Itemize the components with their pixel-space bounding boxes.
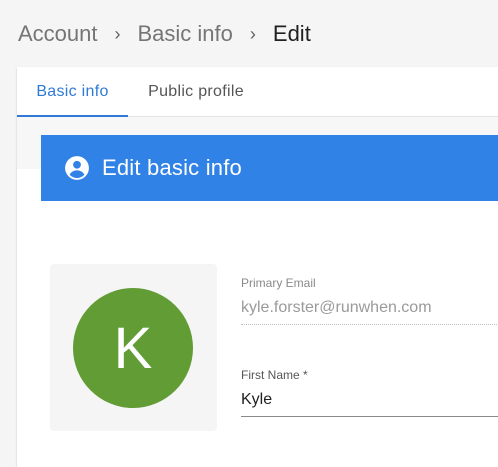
primary-email-label: Primary Email [241,276,316,290]
content-card: Basic info Public profile Edit basic inf… [17,67,498,467]
primary-email-field: Primary Email kyle.forster@runwhen.com [241,276,498,325]
chevron-right-icon: › [114,23,121,44]
section-title: Edit basic info [102,155,242,180]
first-name-input[interactable]: Kyle [241,391,498,417]
section-header: Edit basic info [41,135,498,201]
first-name-field: First Name * Kyle [241,368,498,417]
chevron-right-icon: › [249,23,256,44]
avatar-container: K [50,264,217,431]
breadcrumb-account[interactable]: Account [18,21,98,47]
tab-bar: Basic info Public profile [17,67,498,117]
tab-public-profile[interactable]: Public profile [141,67,251,116]
breadcrumb-basic-info[interactable]: Basic info [138,21,233,47]
avatar[interactable]: K [73,288,193,408]
account-circle-icon [64,155,90,181]
breadcrumb-edit: Edit [272,21,311,46]
breadcrumb: Account › Basic info › Edit [18,18,311,50]
primary-email-value: kyle.forster@runwhen.com [241,299,498,325]
tab-basic-info[interactable]: Basic info [17,67,128,117]
first-name-label: First Name * [241,368,308,382]
